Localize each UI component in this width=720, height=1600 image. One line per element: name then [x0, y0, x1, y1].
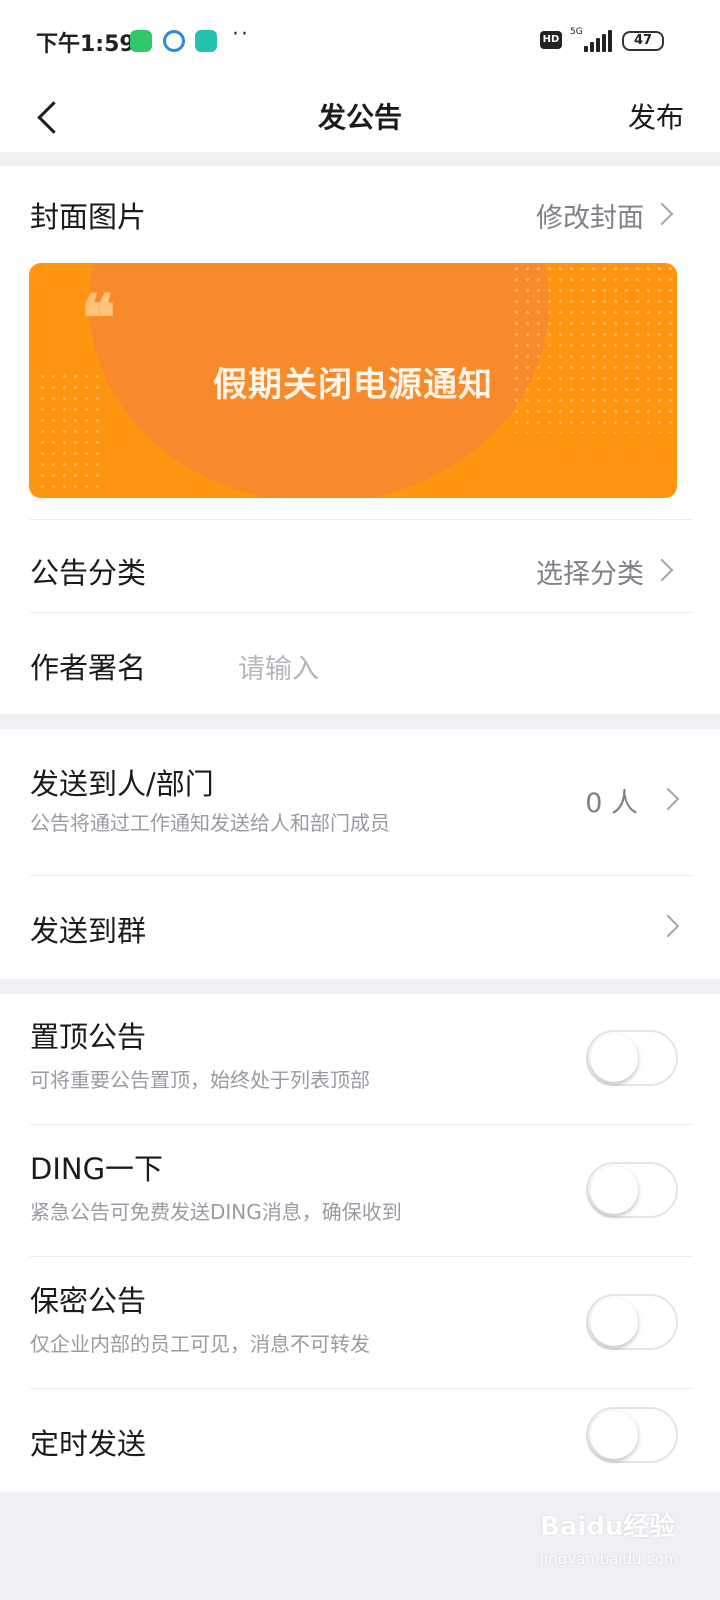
- send-group-row[interactable]: 发送到群: [30, 876, 692, 978]
- watermark-url: jingyan.baidu.com: [540, 1550, 679, 1568]
- send-people-row[interactable]: 发送到人/部门 公告将通过工作通知发送给人和部门成员 0 人: [30, 729, 692, 874]
- confidential-hint: 仅企业内部的员工可见，消息不可转发: [30, 1332, 370, 1356]
- page-title: 发公告: [317, 101, 402, 134]
- cover-banner-title: 假期关闭电源通知: [213, 365, 493, 405]
- author-row: 作者署名 请输入: [30, 613, 692, 713]
- recipient-count: 0 人: [585, 788, 638, 819]
- edge-browser-icon: [163, 30, 185, 52]
- pin-announcement-label: 置顶公告: [30, 1020, 147, 1054]
- toggle-knob: [590, 1411, 638, 1459]
- send-people-hint: 公告将通过工作通知发送给人和部门成员: [30, 811, 390, 835]
- confidential-row: 保密公告 仅企业内部的员工可见，消息不可转发: [30, 1257, 692, 1388]
- wechat-icon: [130, 30, 152, 52]
- cover-row[interactable]: 封面图片 修改封面: [30, 166, 692, 262]
- author-label: 作者署名: [30, 651, 147, 685]
- ding-label: DING一下: [30, 1152, 164, 1186]
- ding-toggle[interactable]: [586, 1162, 678, 1218]
- author-input[interactable]: 请输入: [238, 647, 319, 686]
- ding-row: DING一下 紧急公告可免费发送DING消息，确保收到: [30, 1125, 692, 1256]
- watermark: Baidu经验: [540, 1512, 676, 1542]
- more-notifications-icon: ··: [232, 22, 250, 47]
- pin-announcement-row: 置顶公告 可将重要公告置顶，始终处于列表顶部: [30, 994, 692, 1124]
- chevron-right-icon: [650, 558, 674, 582]
- scheduled-send-label: 定时发送: [30, 1427, 147, 1461]
- confidential-label: 保密公告: [30, 1284, 147, 1318]
- battery-icon: 47: [622, 31, 664, 51]
- select-category-link[interactable]: 选择分类: [536, 552, 644, 591]
- cover-label: 封面图片: [30, 200, 147, 234]
- basic-info-section: 封面图片 修改封面 ❝ 假期关闭电源通知 公告分类 选择分类 作者署名 请输入: [0, 166, 720, 714]
- scheduled-send-toggle[interactable]: [586, 1407, 678, 1463]
- pin-announcement-hint: 可将重要公告置顶，始终处于列表顶部: [30, 1068, 370, 1092]
- options-section: 置顶公告 可将重要公告置顶，始终处于列表顶部 DING一下 紧急公告可免费发送D…: [0, 994, 720, 1492]
- toggle-knob: [590, 1034, 638, 1082]
- chevron-right-icon: [656, 914, 680, 938]
- pin-announcement-toggle[interactable]: [586, 1030, 678, 1086]
- change-cover-link[interactable]: 修改封面: [536, 196, 644, 235]
- send-people-label: 发送到人/部门: [30, 767, 214, 801]
- publish-button[interactable]: 发布: [628, 96, 684, 136]
- hd-voice-icon: HD: [540, 31, 562, 49]
- category-label: 公告分类: [30, 556, 147, 590]
- quote-icon: ❝: [81, 281, 116, 356]
- toggle-knob: [590, 1166, 638, 1214]
- scheduled-send-row: 定时发送: [30, 1389, 692, 1492]
- chevron-right-icon: [656, 787, 680, 811]
- status-time: 下午1:59: [36, 32, 135, 57]
- send-targets-section: 发送到人/部门 公告将通过工作通知发送给人和部门成员 0 人 发送到群: [0, 729, 720, 979]
- confidential-toggle[interactable]: [586, 1294, 678, 1350]
- ding-hint: 紧急公告可免费发送DING消息，确保收到: [30, 1200, 402, 1224]
- status-bar: 下午1:59 ·· HD 5G 47: [0, 0, 720, 84]
- toggle-knob: [590, 1298, 638, 1346]
- send-group-label: 发送到群: [30, 914, 147, 948]
- nav-bar: 发公告 发布: [0, 84, 720, 152]
- cover-dot-pattern: [511, 263, 677, 433]
- video-app-icon: [195, 30, 217, 52]
- cover-image[interactable]: ❝ 假期关闭电源通知: [29, 263, 677, 498]
- signal-icon: [580, 30, 612, 52]
- chevron-right-icon: [650, 202, 674, 226]
- category-row[interactable]: 公告分类 选择分类: [30, 520, 692, 612]
